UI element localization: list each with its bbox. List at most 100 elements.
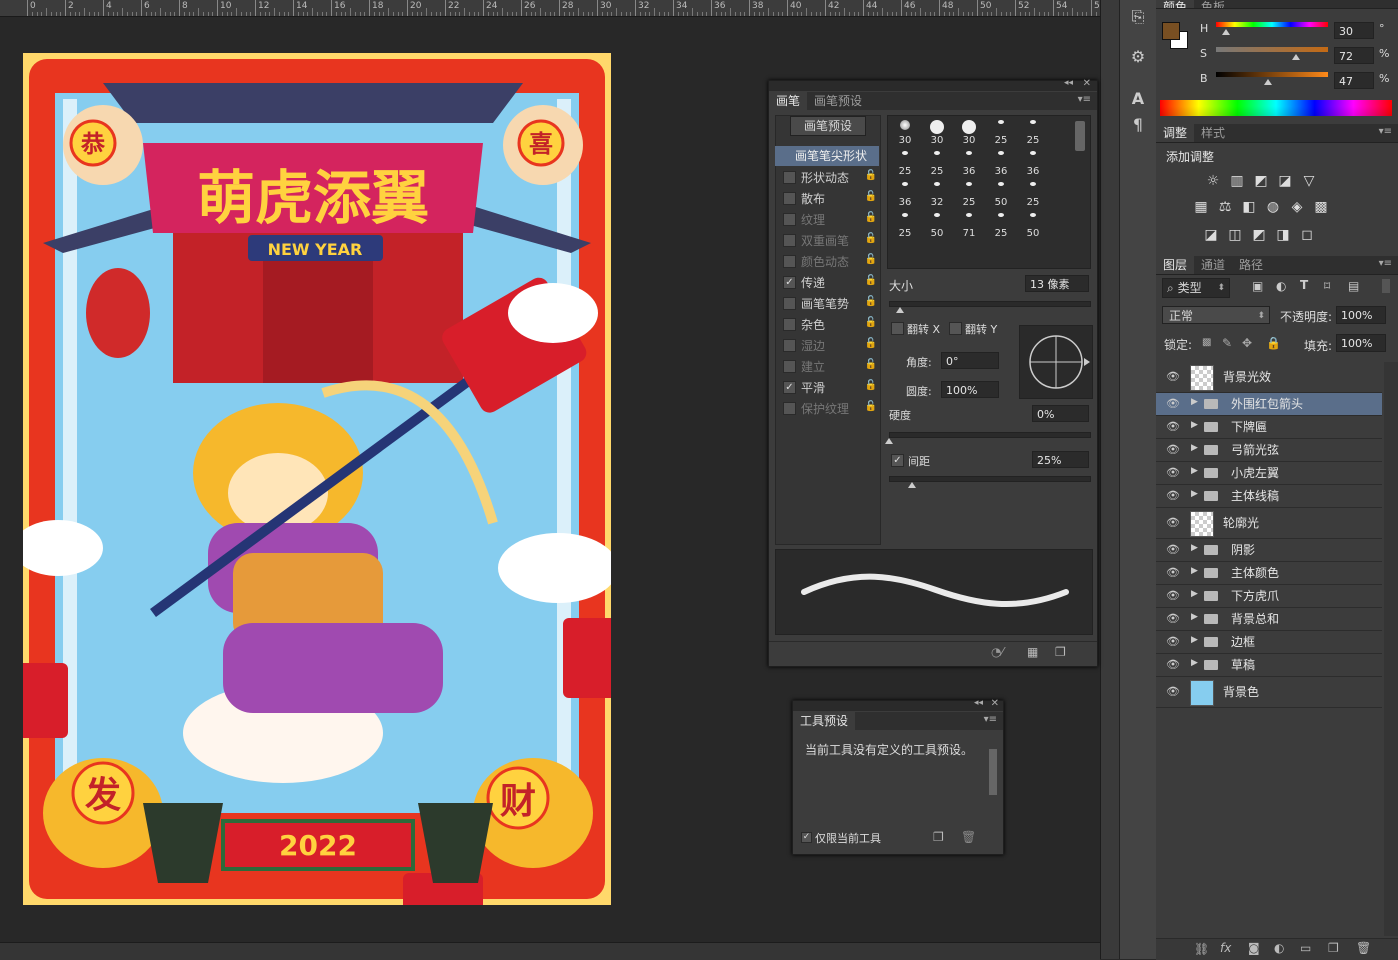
color-balance-icon[interactable]: ⚖	[1216, 198, 1234, 216]
lock-icon[interactable]: 🔓	[865, 359, 877, 370]
brush-grid-scrollbar[interactable]	[1075, 121, 1085, 151]
expand-arrow-icon[interactable]: ▶	[1191, 420, 1198, 430]
photo-filter-icon[interactable]: ◍	[1264, 198, 1282, 216]
hue-slider[interactable]	[1216, 22, 1328, 27]
paragraph-icon[interactable]: ¶	[1126, 114, 1150, 136]
layer-row[interactable]: 👁 ▶ 主体线稿	[1156, 485, 1382, 508]
brightness-field[interactable]: 47	[1334, 72, 1374, 89]
lock-icon[interactable]: 🔓	[865, 254, 877, 265]
close-icon[interactable]: ✕	[991, 698, 999, 709]
layer-row[interactable]: 👁 ▶ 弓箭光弦	[1156, 439, 1382, 462]
lock-icon[interactable]: 🔓	[865, 233, 877, 244]
expand-arrow-icon[interactable]: ▶	[1191, 612, 1198, 622]
brush-tip-cell[interactable]: 71	[954, 211, 984, 241]
panel-menu-icon[interactable]: ▾≡	[1379, 258, 1392, 269]
lock-icon[interactable]: 🔓	[865, 191, 877, 202]
lock-icon[interactable]: 🔓	[865, 296, 877, 307]
layers-scrollbar[interactable]	[1384, 362, 1398, 936]
layer-filter-dropdown[interactable]: ⌕ 类型 ⬍	[1162, 278, 1230, 298]
lock-image-icon[interactable]: ✎	[1222, 336, 1232, 350]
tab-color[interactable]: 颜色	[1156, 0, 1195, 8]
exposure-icon[interactable]: ◪	[1276, 172, 1294, 190]
visibility-eye-icon[interactable]: 👁	[1166, 370, 1180, 383]
brush-panel-titlebar[interactable]: ◂◂ ✕	[769, 78, 1097, 91]
brush-option-checkbox[interactable]	[783, 360, 796, 373]
panel-menu-icon[interactable]: ▾≡	[984, 714, 997, 725]
visibility-eye-icon[interactable]: 👁	[1166, 420, 1180, 433]
saturation-slider-knob[interactable]	[1292, 54, 1300, 60]
brush-option-item[interactable]: 湿边 🔓	[775, 335, 879, 355]
expand-arrow-icon[interactable]: ▶	[1191, 543, 1198, 553]
filter-toggle[interactable]	[1382, 279, 1390, 293]
saturation-field[interactable]: 72	[1334, 47, 1374, 64]
brush-option-checkbox[interactable]	[783, 234, 796, 247]
hardness-field[interactable]: 0%	[1032, 405, 1089, 422]
trash-icon[interactable]: 🗑	[1356, 941, 1371, 955]
tab-brush[interactable]: 画笔	[769, 92, 808, 110]
current-tool-only-checkbox[interactable]: ✓	[801, 832, 812, 843]
lock-icon[interactable]: 🔓	[865, 170, 877, 181]
grid-icon[interactable]: ▦	[1027, 645, 1038, 659]
hardness-slider-knob[interactable]	[885, 438, 893, 444]
brush-option-item[interactable]: 形状动态 🔓	[775, 167, 879, 187]
spacing-checkbox[interactable]: ✓	[891, 454, 904, 467]
link-layers-icon[interactable]: ⛓	[1194, 942, 1209, 956]
brush-option-checkbox[interactable]	[783, 192, 796, 205]
brush-option-item[interactable]: 颜色动态 🔓	[775, 251, 879, 271]
visibility-eye-icon[interactable]: 👁	[1166, 543, 1180, 556]
expand-arrow-icon[interactable]: ▶	[1191, 489, 1198, 499]
brush-option-checkbox[interactable]: ✓	[783, 276, 796, 289]
toggle-preview-icon[interactable]: ◔⁄	[991, 645, 1003, 659]
brush-option-item[interactable]: ✓ 平滑 🔓	[775, 377, 879, 397]
expand-arrow-icon[interactable]: ▶	[1191, 589, 1198, 599]
layer-row[interactable]: 👁 ▶ 边框	[1156, 631, 1382, 654]
horizontal-scrollbar[interactable]	[0, 942, 1100, 960]
tab-adjustments[interactable]: 调整	[1156, 124, 1195, 142]
trash-icon[interactable]: 🗑	[961, 830, 976, 844]
brush-option-checkbox[interactable]	[783, 318, 796, 331]
posterize-icon[interactable]: ◫	[1226, 226, 1244, 244]
lock-icon[interactable]: 🔓	[865, 317, 877, 328]
brightness-slider[interactable]	[1216, 72, 1328, 77]
layer-row[interactable]: 👁 背景光效	[1156, 362, 1382, 393]
black-white-icon[interactable]: ◧	[1240, 198, 1258, 216]
expand-arrow-icon[interactable]: ▶	[1191, 397, 1198, 407]
color-spectrum-ramp[interactable]	[1160, 100, 1392, 116]
expand-arrow-icon[interactable]: ▶	[1191, 566, 1198, 576]
tab-brush-presets[interactable]: 画笔预设	[807, 92, 869, 110]
brush-option-item[interactable]: ✓ 传递 🔓	[775, 272, 879, 292]
size-field[interactable]: 13 像素	[1025, 275, 1089, 292]
new-tool-preset-icon[interactable]: ❐	[933, 830, 944, 844]
layer-row[interactable]: 👁 背景色	[1156, 677, 1382, 708]
brush-tip-cell[interactable]: 30	[890, 118, 920, 148]
brightness-icon[interactable]: ☼	[1204, 172, 1222, 190]
brightness-slider-knob[interactable]	[1264, 79, 1272, 85]
brush-tip-cell[interactable]: 50	[1018, 211, 1048, 241]
layer-row[interactable]: 👁 ▶ 背景总和	[1156, 608, 1382, 631]
brush-option-checkbox[interactable]	[783, 255, 796, 268]
hue-field[interactable]: 30	[1334, 22, 1374, 39]
filter-shape-icon[interactable]: ⌑	[1324, 279, 1330, 293]
spacing-slider[interactable]	[889, 476, 1091, 482]
add-mask-icon[interactable]: ◙	[1248, 941, 1260, 955]
layer-row[interactable]: 👁 ▶ 主体颜色	[1156, 562, 1382, 585]
visibility-eye-icon[interactable]: 👁	[1166, 612, 1180, 625]
visibility-eye-icon[interactable]: 👁	[1166, 466, 1180, 479]
brush-tip-shape-item[interactable]: 画笔笔尖形状	[775, 146, 879, 166]
brush-angle-preview[interactable]	[1019, 325, 1093, 399]
visibility-eye-icon[interactable]: 👁	[1166, 443, 1180, 456]
brush-tip-cell[interactable]: 30	[954, 118, 984, 148]
brush-option-item[interactable]: 保护纹理 🔓	[775, 398, 879, 418]
hardness-slider[interactable]	[889, 432, 1091, 438]
brush-tip-cell[interactable]: 36	[954, 149, 984, 179]
lock-icon[interactable]: 🔓	[865, 275, 877, 286]
visibility-eye-icon[interactable]: 👁	[1166, 685, 1180, 698]
visibility-eye-icon[interactable]: 👁	[1166, 397, 1180, 410]
brush-option-checkbox[interactable]	[783, 402, 796, 415]
brush-option-checkbox[interactable]	[783, 213, 796, 226]
lock-all-icon[interactable]: 🔒	[1266, 336, 1281, 350]
tool-preset-titlebar[interactable]: ◂◂ ✕	[793, 698, 1003, 711]
brush-option-item[interactable]: 双重画笔 🔓	[775, 230, 879, 250]
size-slider-knob[interactable]	[896, 307, 904, 313]
lock-icon[interactable]: 🔓	[865, 401, 877, 412]
